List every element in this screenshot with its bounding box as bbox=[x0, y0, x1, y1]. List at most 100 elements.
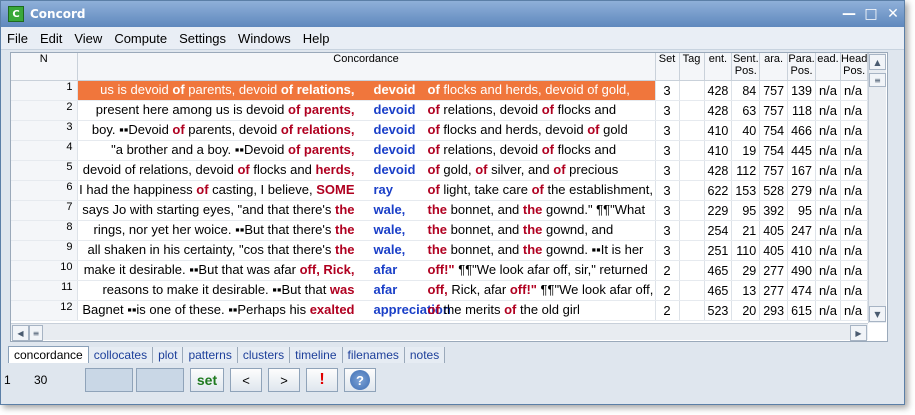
next-button[interactable]: > bbox=[268, 368, 300, 392]
column-header-9[interactable]: Head Pos. bbox=[840, 53, 869, 81]
tab-clusters[interactable]: clusters bbox=[237, 347, 291, 363]
tab-plot[interactable]: plot bbox=[153, 347, 184, 363]
column-header-8[interactable]: ead. bbox=[815, 53, 842, 81]
concordance-cell[interactable]: "a brother and a boy. ▪▪Devoid of parent… bbox=[77, 140, 656, 161]
concordance-cell[interactable]: says Jo with starting eyes, "and that th… bbox=[77, 200, 656, 221]
tag-cell bbox=[679, 280, 705, 301]
table-row[interactable]: 11 reasons to make it desirable. ▪▪But th… bbox=[11, 280, 887, 301]
column-header-2[interactable]: Set bbox=[655, 53, 680, 81]
concordance-line: rings, nor yet her woice. ▪▪But that the… bbox=[78, 221, 655, 240]
menu-compute[interactable]: Compute bbox=[108, 31, 173, 46]
menu-view[interactable]: View bbox=[68, 31, 108, 46]
left-context: make it desirable. ▪▪But that was afar o… bbox=[84, 262, 355, 277]
set-cell[interactable]: 3 bbox=[655, 200, 680, 221]
set-cell[interactable]: 3 bbox=[655, 100, 680, 121]
concordance-cell[interactable]: Bagnet ▪▪is one of these. ▪▪Perhaps his … bbox=[77, 300, 656, 321]
context-word: "a brother and a boy. ▪▪Devoid bbox=[111, 142, 289, 157]
concordance-cell[interactable]: boy. ▪▪Devoid of parents, devoid of rela… bbox=[77, 120, 656, 141]
column-header-0[interactable]: N bbox=[11, 53, 78, 81]
scroll-thumb[interactable]: ≡ bbox=[869, 73, 886, 87]
set-button[interactable]: set bbox=[190, 368, 224, 392]
set-cell[interactable]: 3 bbox=[655, 220, 680, 241]
table-row[interactable]: 1 us is devoid of parents, devoid of rela… bbox=[11, 80, 887, 101]
context-word: bonnet, and bbox=[447, 242, 523, 257]
ara-cell: 392 bbox=[759, 200, 789, 221]
table-row[interactable]: 6I had the happiness of casting, I belie… bbox=[11, 180, 887, 201]
horizontal-scrollbar[interactable]: ◀ ≡ ▶ bbox=[11, 323, 868, 341]
table-row[interactable]: 9 all shaken in his certainty, "cos that … bbox=[11, 240, 887, 261]
table-row[interactable]: 12 Bagnet ▪▪is one of these. ▪▪Perhaps hi… bbox=[11, 300, 887, 321]
column-header-3[interactable]: Tag bbox=[679, 53, 705, 81]
scroll-down-icon[interactable]: ▼ bbox=[869, 306, 886, 322]
vertical-scrollbar[interactable]: ▲ ≡ ▼ bbox=[868, 53, 886, 323]
menu-windows[interactable]: Windows bbox=[232, 31, 297, 46]
table-row[interactable]: 7 says Jo with starting eyes, "and that t… bbox=[11, 200, 887, 221]
scroll-left-icon[interactable]: ◀ bbox=[12, 325, 29, 341]
concordance-cell[interactable]: reasons to make it desirable. ▪▪But that… bbox=[77, 280, 656, 301]
column-header-4[interactable]: ent. bbox=[704, 53, 733, 81]
menu-edit[interactable]: Edit bbox=[34, 31, 68, 46]
tab-concordance[interactable]: concordance bbox=[8, 346, 89, 363]
previous-button[interactable]: < bbox=[230, 368, 262, 392]
column-header-1[interactable]: Concordance bbox=[77, 53, 656, 81]
column-header-6[interactable]: ara. bbox=[759, 53, 789, 81]
context-word: the bbox=[335, 242, 355, 257]
hscroll-thumb[interactable]: ≡ bbox=[29, 325, 43, 341]
set-cell[interactable]: 3 bbox=[655, 240, 680, 261]
para-cell: 615 bbox=[787, 300, 816, 321]
tab-patterns[interactable]: patterns bbox=[183, 347, 238, 363]
tab-timeline[interactable]: timeline bbox=[290, 347, 343, 363]
sent-cell: 153 bbox=[731, 180, 761, 201]
context-word: of bbox=[427, 82, 440, 97]
concordance-cell[interactable]: present here among us is devoid of paren… bbox=[77, 100, 656, 121]
set-cell[interactable]: 2 bbox=[655, 260, 680, 281]
menu-settings[interactable]: Settings bbox=[173, 31, 232, 46]
table-row[interactable]: 10 make it desirable. ▪▪But that was afar… bbox=[11, 260, 887, 281]
concordance-cell[interactable]: us is devoid of parents, devoid of relat… bbox=[77, 80, 656, 101]
tab-notes[interactable]: notes bbox=[404, 347, 446, 363]
concordance-cell[interactable]: devoid of relations, devoid of flocks an… bbox=[77, 160, 656, 181]
tab-filenames[interactable]: filenames bbox=[342, 347, 405, 363]
column-header-5[interactable]: Sent. Pos. bbox=[731, 53, 761, 81]
context-word: off!" bbox=[427, 262, 455, 277]
minimize-icon[interactable]: — bbox=[838, 4, 860, 24]
context-word: flocks and herds, devoid of gold, bbox=[439, 82, 630, 97]
tab-collocates[interactable]: collocates bbox=[88, 347, 154, 363]
table-row[interactable]: 4 "a brother and a boy. ▪▪Devoid of paren… bbox=[11, 140, 887, 161]
concordance-cell[interactable]: all shaken in his certainty, "cos that t… bbox=[77, 240, 656, 261]
concordance-cell[interactable]: make it desirable. ▪▪But that was afar o… bbox=[77, 260, 656, 281]
column-header-7[interactable]: Para. Pos. bbox=[787, 53, 816, 81]
sent-cell: 63 bbox=[731, 100, 761, 121]
set-cell[interactable]: 3 bbox=[655, 160, 680, 181]
scroll-right-icon[interactable]: ▶ bbox=[850, 325, 867, 341]
table-row[interactable]: 5 devoid of relations, devoid of flocks a… bbox=[11, 160, 887, 181]
menu-file[interactable]: File bbox=[1, 31, 34, 46]
concordance-cell[interactable]: I had the happiness of casting, I believ… bbox=[77, 180, 656, 201]
concordance-line: reasons to make it desirable. ▪▪But that… bbox=[78, 281, 655, 300]
set-cell[interactable]: 3 bbox=[655, 140, 680, 161]
set-cell[interactable]: 2 bbox=[655, 300, 680, 321]
maximize-icon[interactable]: □ bbox=[860, 4, 882, 24]
row-number: 1 bbox=[11, 80, 78, 101]
set-cell[interactable]: 3 bbox=[655, 120, 680, 141]
concordance-cell[interactable]: rings, nor yet her woice. ▪▪But that the… bbox=[77, 220, 656, 241]
head-cell: n/a bbox=[815, 140, 842, 161]
set-cell[interactable]: 2 bbox=[655, 280, 680, 301]
help-button[interactable]: ? bbox=[344, 368, 376, 392]
close-icon[interactable]: ✕ bbox=[882, 4, 904, 24]
table-row[interactable]: 2 present here among us is devoid of pare… bbox=[11, 100, 887, 121]
context-word: the bbox=[427, 242, 448, 257]
warning-button[interactable]: ! bbox=[306, 368, 338, 392]
context-word: herds, bbox=[315, 162, 355, 177]
context-word: of bbox=[587, 122, 600, 137]
scroll-up-icon[interactable]: ▲ bbox=[869, 54, 886, 70]
context-word: all shaken in his certainty, "cos that t… bbox=[87, 242, 335, 257]
table-row[interactable]: 3 boy. ▪▪Devoid of parents, devoid of rel… bbox=[11, 120, 887, 141]
set-cell[interactable]: 3 bbox=[655, 80, 680, 101]
table-row[interactable]: 8 rings, nor yet her woice. ▪▪But that th… bbox=[11, 220, 887, 241]
set-cell[interactable]: 3 bbox=[655, 180, 680, 201]
head-pos-cell: n/a bbox=[840, 160, 869, 181]
right-context: the bonnet, and the gownd, and bbox=[428, 222, 614, 237]
para-cell: 410 bbox=[787, 240, 816, 261]
menu-help[interactable]: Help bbox=[297, 31, 336, 46]
